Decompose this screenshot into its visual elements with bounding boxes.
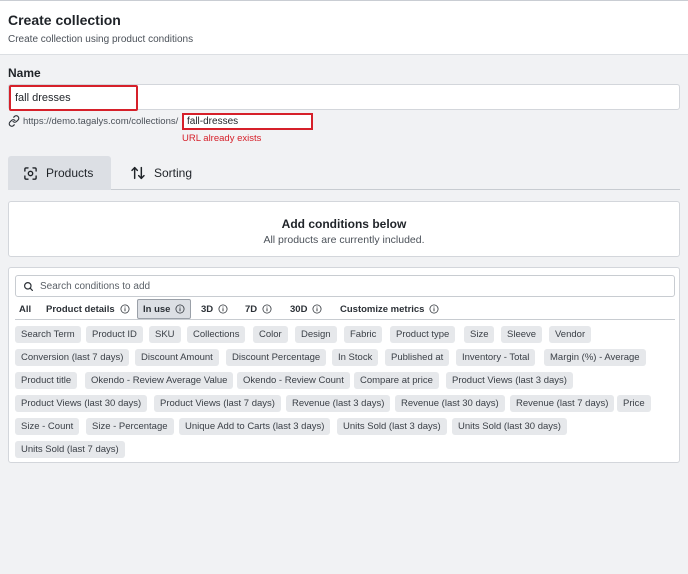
condition-chip[interactable]: Inventory - Total	[456, 349, 536, 366]
filter-label: 3D	[201, 303, 214, 315]
condition-chip[interactable]: Color	[253, 326, 288, 343]
info-icon[interactable]	[175, 304, 185, 314]
filter-customize-metrics[interactable]: Customize metrics	[340, 299, 439, 319]
url-prefix: https://demo.tagalys.com/collections/	[23, 116, 179, 127]
condition-chip[interactable]: Design	[295, 326, 337, 343]
condition-chip[interactable]: Conversion (last 7 days)	[15, 349, 130, 366]
condition-chip[interactable]: In Stock	[332, 349, 379, 366]
info-icon[interactable]	[262, 304, 272, 314]
tab-products[interactable]: Products	[8, 156, 111, 190]
tab-sorting[interactable]: Sorting	[128, 156, 218, 190]
filter-label: All	[19, 303, 32, 315]
condition-chip[interactable]: Discount Percentage	[226, 349, 327, 366]
filter-3d[interactable]: 3D	[201, 299, 228, 319]
condition-chip[interactable]: Discount Amount	[135, 349, 219, 366]
condition-chip[interactable]: Search Term	[15, 326, 81, 343]
filter-in-use[interactable]: In use	[137, 299, 192, 319]
condition-chip[interactable]: Collections	[187, 326, 246, 343]
name-input[interactable]	[9, 85, 138, 111]
search-box[interactable]	[15, 275, 675, 297]
conditions-summary: Add conditions below All products are cu…	[8, 201, 680, 257]
filter-label: 7D	[245, 303, 258, 315]
search-input[interactable]	[40, 277, 660, 295]
conditions-panel: All Product details In use 3D 7D 30D Cus…	[8, 267, 680, 463]
condition-chip[interactable]: Vendor	[549, 326, 592, 343]
filter-label: Customize metrics	[340, 303, 425, 315]
collection-tabs: Products Sorting	[8, 156, 680, 190]
condition-chip[interactable]: Fabric	[344, 326, 383, 343]
condition-chip[interactable]: Unique Add to Carts (last 3 days)	[179, 418, 331, 435]
info-icon[interactable]	[312, 304, 322, 314]
condition-chip[interactable]: Size - Count	[15, 418, 80, 435]
condition-chip[interactable]: Revenue (last 7 days)	[510, 395, 615, 412]
condition-chip[interactable]: Product Views (last 3 days)	[446, 372, 573, 389]
link-icon	[8, 115, 20, 127]
product-scan-icon	[24, 166, 37, 180]
tab-sorting-label: Sorting	[154, 166, 193, 180]
condition-chip[interactable]: Product type	[390, 326, 456, 343]
filter-tabs: All Product details In use 3D 7D 30D Cus…	[15, 298, 675, 320]
page-header: Create collection Create collection usin…	[0, 1, 688, 55]
condition-chip[interactable]: Okendo - Review Count	[237, 372, 350, 389]
url-error-message: URL already exists	[182, 133, 262, 144]
condition-chip[interactable]: SKU	[149, 326, 181, 343]
info-icon[interactable]	[120, 304, 130, 314]
filter-7d[interactable]: 7D	[245, 299, 272, 319]
url-slug-input[interactable]	[182, 113, 313, 130]
condition-chip[interactable]: Product Views (last 7 days)	[154, 395, 281, 412]
filter-label: In use	[143, 303, 171, 315]
condition-chip[interactable]: Margin (%) - Average	[544, 349, 646, 366]
conditions-subtitle: All products are currently included.	[263, 234, 425, 246]
filter-label: 30D	[290, 303, 308, 315]
search-icon	[24, 282, 33, 291]
condition-chip[interactable]: Price	[617, 395, 651, 412]
conditions-title: Add conditions below	[281, 217, 407, 231]
name-field-empty-area[interactable]	[139, 85, 679, 109]
condition-chip[interactable]: Size - Percentage	[86, 418, 174, 435]
name-label: Name	[8, 66, 41, 80]
condition-chip[interactable]: Published at	[385, 349, 450, 366]
filter-label: Product details	[46, 303, 115, 315]
name-field-container[interactable]	[8, 84, 680, 111]
condition-chip[interactable]: Units Sold (last 7 days)	[15, 441, 125, 458]
condition-chip[interactable]: Product ID	[86, 326, 143, 343]
condition-chip[interactable]: Units Sold (last 3 days)	[337, 418, 447, 435]
filter-all[interactable]: All	[19, 299, 31, 319]
sort-arrows-icon	[131, 166, 145, 180]
tab-products-label: Products	[46, 166, 94, 180]
condition-chip[interactable]: Sleeve	[501, 326, 543, 343]
condition-chip[interactable]: Revenue (last 3 days)	[286, 395, 391, 412]
condition-chip[interactable]: Units Sold (last 30 days)	[452, 418, 567, 435]
filter-30d[interactable]: 30D	[290, 299, 322, 319]
info-icon[interactable]	[429, 304, 439, 314]
condition-chip[interactable]: Okendo - Review Average Value	[85, 372, 234, 389]
condition-chip[interactable]: Product title	[15, 372, 78, 389]
filter-product-details[interactable]: Product details	[46, 299, 130, 319]
page-subtitle: Create collection using product conditio…	[8, 34, 194, 45]
page-title: Create collection	[8, 12, 121, 28]
condition-chip[interactable]: Product Views (last 30 days)	[15, 395, 148, 412]
condition-chip[interactable]: Size	[464, 326, 495, 343]
condition-chip[interactable]: Revenue (last 30 days)	[395, 395, 505, 412]
condition-chip[interactable]: Compare at price	[354, 372, 439, 389]
info-icon[interactable]	[218, 304, 228, 314]
